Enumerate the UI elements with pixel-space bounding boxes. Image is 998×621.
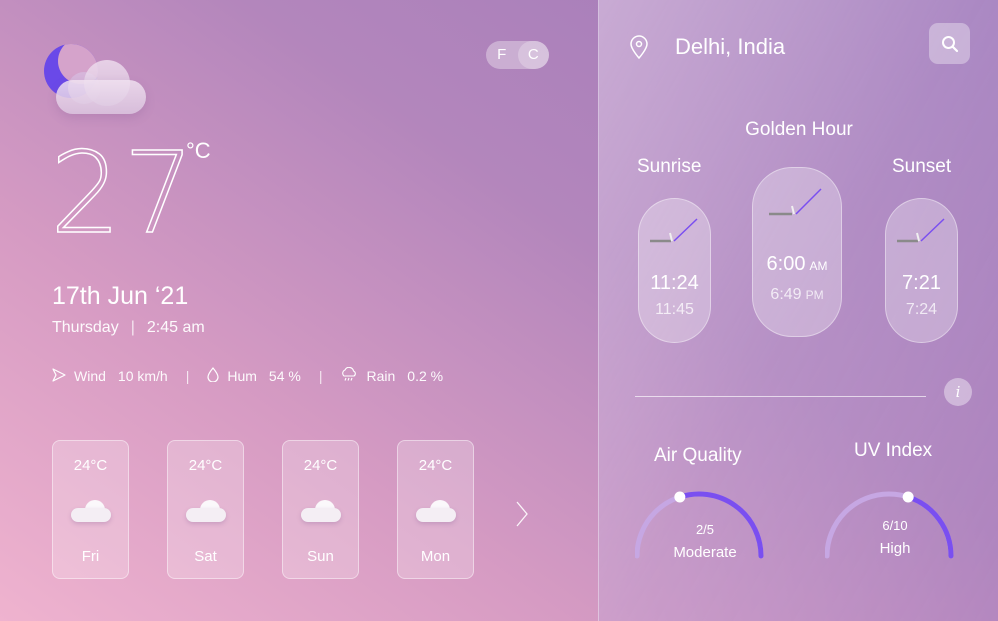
sunrise-title: Sunrise: [637, 156, 702, 177]
forecast-temp: 24°C: [73, 457, 108, 474]
forecast-card[interactable]: 24°C Sat: [167, 440, 244, 579]
forecast-day: Mon: [420, 548, 451, 565]
sunset-card: 7:21 7:24: [885, 198, 958, 343]
sunrise-time: 11:24: [650, 272, 699, 294]
separator: |: [318, 368, 323, 384]
forecast-card[interactable]: 24°C Fri: [52, 440, 129, 579]
sunrise-time-secondary: 11:45: [655, 301, 694, 318]
weather-stats: Wind 10 km/h | Hum 54 % | Rain 0.2 %: [52, 366, 444, 385]
current-weather-panel: F C 27 °C 17th Jun ‘21 Thursday | 2:45 a…: [0, 0, 598, 621]
moon-cloud-icon: [44, 44, 148, 116]
details-panel: Delhi, India Golden Hour Sunrise Sunset …: [598, 0, 998, 621]
weekday: Thursday: [52, 319, 119, 336]
sun-horizon-icon: [897, 218, 945, 243]
forecast-temp: 24°C: [303, 457, 338, 474]
gauge-knob: [902, 491, 914, 503]
wind-icon: [52, 367, 66, 385]
forecast-day: Sun: [307, 548, 334, 565]
current-temperature: 27: [49, 129, 197, 259]
location-name: Delhi, India: [675, 34, 786, 59]
cloud-icon: [71, 500, 111, 522]
info-button[interactable]: i: [944, 378, 972, 406]
forecast-temp: 24°C: [418, 457, 453, 474]
fahrenheit-option[interactable]: F: [486, 41, 518, 69]
search-button[interactable]: [929, 23, 970, 64]
sun-horizon-icon: [650, 218, 698, 243]
search-icon: [941, 35, 958, 52]
gauge-knob: [674, 491, 686, 503]
sunset-title: Sunset: [892, 156, 952, 177]
current-time: 2:45 am: [146, 319, 205, 336]
forecast-card[interactable]: 24°C Sun: [282, 440, 359, 579]
sunrise-card: 11:24 11:45: [638, 198, 711, 343]
forecast-list: 24°C Fri 24°C Sat 24°C Sun 24°C Mon: [52, 440, 474, 579]
sun-horizon-icon: [769, 188, 822, 216]
celsius-option[interactable]: C: [517, 41, 549, 69]
uv-index-value: 6/10: [882, 518, 908, 533]
chevron-right-icon[interactable]: [515, 500, 529, 536]
golden-hour-card: 6:00 AM 6:49 PM: [752, 167, 842, 337]
air-quality-title: Air Quality: [654, 445, 742, 466]
separator: |: [185, 368, 190, 384]
cloud-icon: [301, 500, 341, 522]
forecast-day: Sat: [194, 548, 217, 565]
wind-label: Wind: [74, 368, 106, 384]
cloud-icon: [416, 500, 456, 522]
forecast-card[interactable]: 24°C Mon: [397, 440, 474, 579]
forecast-temp: 24°C: [188, 457, 223, 474]
unit-toggle[interactable]: F C: [486, 41, 549, 69]
current-date: 17th Jun ‘21: [52, 282, 189, 310]
wind-value: 10 km/h: [117, 368, 168, 384]
rain-value: 0.2 %: [407, 368, 444, 384]
uv-index-level: High: [879, 540, 911, 557]
day-time-line: Thursday | 2:45 am: [52, 319, 205, 337]
uv-index-title: UV Index: [854, 440, 933, 461]
divider: [635, 396, 926, 397]
cloud-icon: [186, 500, 226, 522]
air-quality-level: Moderate: [673, 544, 737, 561]
location-pin-icon: [629, 35, 649, 64]
sunset-time: 7:21: [902, 272, 941, 294]
rain-label: Rain: [366, 368, 396, 384]
humidity-icon: [207, 367, 219, 385]
forecast-day: Fri: [81, 548, 100, 565]
golden-hour-title: Golden Hour: [745, 119, 853, 140]
separator: |: [130, 319, 135, 336]
rain-icon: [340, 366, 358, 385]
golden-hour-start: 6:00 AM: [766, 253, 828, 275]
golden-hour-end: 6:49 PM: [770, 286, 824, 303]
sunset-time-secondary: 7:24: [905, 301, 938, 318]
temperature-unit: °C: [186, 138, 211, 163]
humidity-value: 54 %: [268, 368, 301, 384]
humidity-label: Hum: [227, 368, 257, 384]
air-quality-value: 2/5: [695, 522, 715, 537]
